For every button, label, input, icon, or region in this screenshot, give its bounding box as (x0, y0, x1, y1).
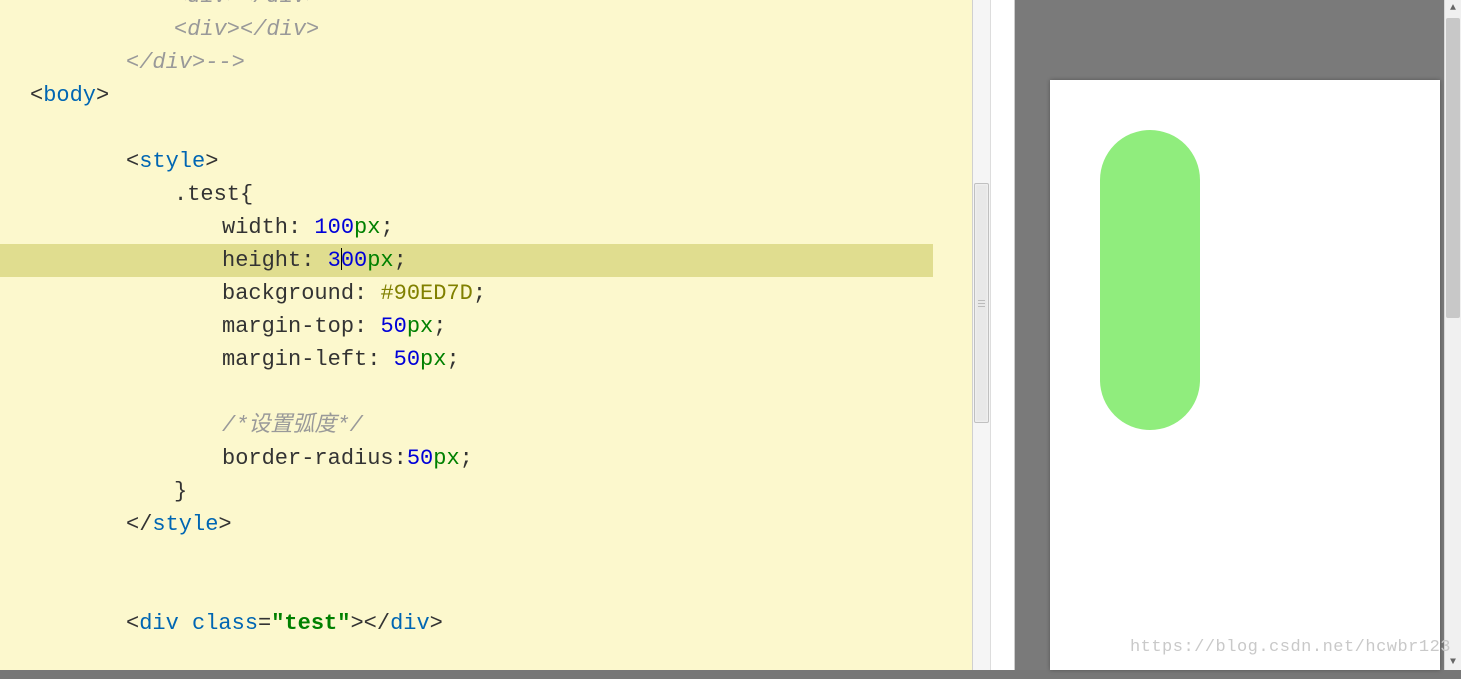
code-line[interactable]: <style> (30, 145, 990, 178)
editor-scrollbar-track[interactable] (972, 0, 990, 670)
scroll-up-icon[interactable]: ▲ (1445, 0, 1461, 16)
editor-scrollbar-thumb[interactable] (974, 183, 989, 423)
code-line[interactable]: </style> (30, 508, 990, 541)
code-line[interactable]: <div></div> (30, 13, 990, 46)
code-line[interactable]: border-radius:50px; (30, 442, 990, 475)
code-line[interactable]: margin-left: 50px; (30, 343, 990, 376)
code-line[interactable] (30, 376, 990, 409)
code-line[interactable]: <body> (30, 79, 990, 112)
code-line[interactable]: } (30, 475, 990, 508)
code-line[interactable]: background: #90ED7D; (30, 277, 990, 310)
code-line[interactable] (30, 112, 990, 145)
code-line[interactable]: /*设置弧度*/ (30, 409, 990, 442)
code-line[interactable]: margin-top: 50px; (30, 310, 990, 343)
watermark-text: https://blog.csdn.net/hcwbr123 (1130, 631, 1451, 664)
preview-pane: ▲ ▼ https://blog.csdn.net/hcwbr123 (1015, 0, 1461, 670)
code-block[interactable]: <div></div><div></div></div>--><body> <s… (0, 0, 990, 670)
code-line[interactable]: </div>--> (30, 46, 990, 79)
preview-scrollbar-track[interactable]: ▲ ▼ (1444, 0, 1461, 670)
code-line[interactable]: <div class="test"></div> (30, 607, 990, 640)
code-line[interactable] (30, 541, 990, 574)
code-editor-pane: <div></div><div></div></div>--><body> <s… (0, 0, 990, 670)
rendered-page (1050, 80, 1440, 670)
test-div-preview (1100, 130, 1200, 430)
code-line[interactable]: height: 300px; (0, 244, 933, 277)
code-line[interactable]: <div></div> (30, 0, 990, 13)
pane-divider[interactable] (990, 0, 1015, 670)
code-line[interactable] (30, 574, 990, 607)
preview-scrollbar-thumb[interactable] (1446, 18, 1460, 318)
code-line[interactable]: .test{ (30, 178, 990, 211)
code-line[interactable]: width: 100px; (30, 211, 990, 244)
code-line[interactable] (30, 640, 990, 670)
